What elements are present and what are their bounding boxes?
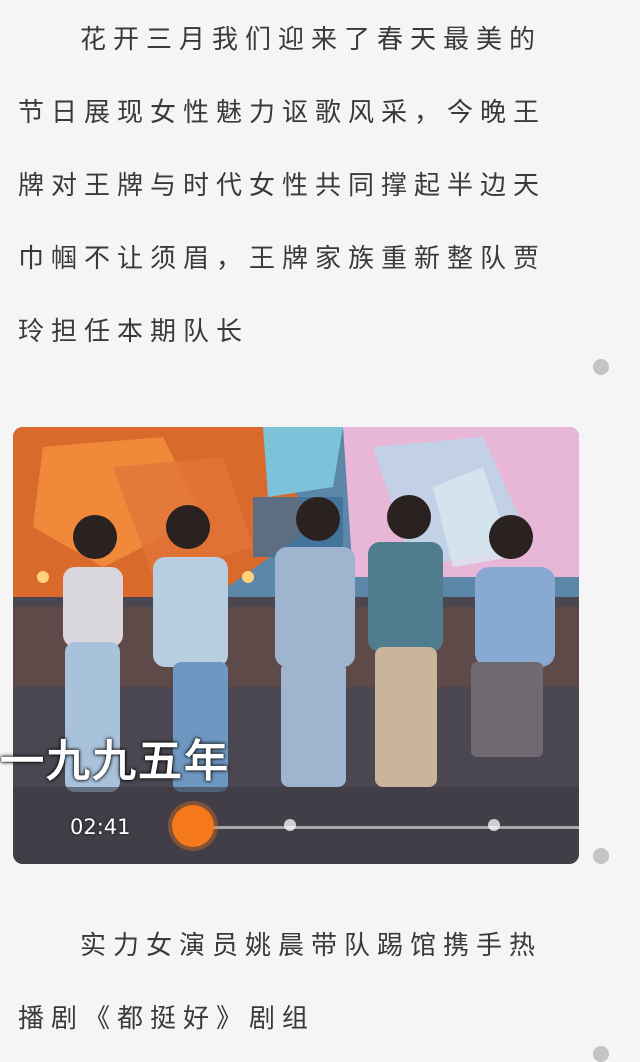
paragraph-1: 花开三月我们迎来了春天最美的节日展现女性魅力讴歌风采，今晚王牌对王牌与时代女性共… [18,4,558,369]
progress-marker [488,819,500,831]
progress-track[interactable] [195,826,579,829]
video-player[interactable] [13,427,579,864]
video-frame-image [13,427,579,864]
video-subtitle: 一九九五年 [0,736,230,787]
scroll-dot [593,359,609,375]
progress-marker [284,819,296,831]
video-time: 02:41 [70,815,131,839]
article: 花开三月我们迎来了春天最美的节日展现女性魅力讴歌风采，今晚王牌对王牌与时代女性共… [0,0,640,1062]
paragraph-2: 实力女演员姚晨带队踢馆携手热播剧《都挺好》剧组 [18,910,558,1056]
scroll-dot [593,848,609,864]
progress-knob-icon[interactable] [172,805,214,847]
paragraph-1-text: 花开三月我们迎来了春天最美的节日展现女性魅力讴歌风采，今晚王牌对王牌与时代女性共… [18,25,547,347]
scroll-dot [593,1046,609,1062]
paragraph-2-text: 实力女演员姚晨带队踢馆携手热播剧《都挺好》剧组 [18,931,543,1034]
